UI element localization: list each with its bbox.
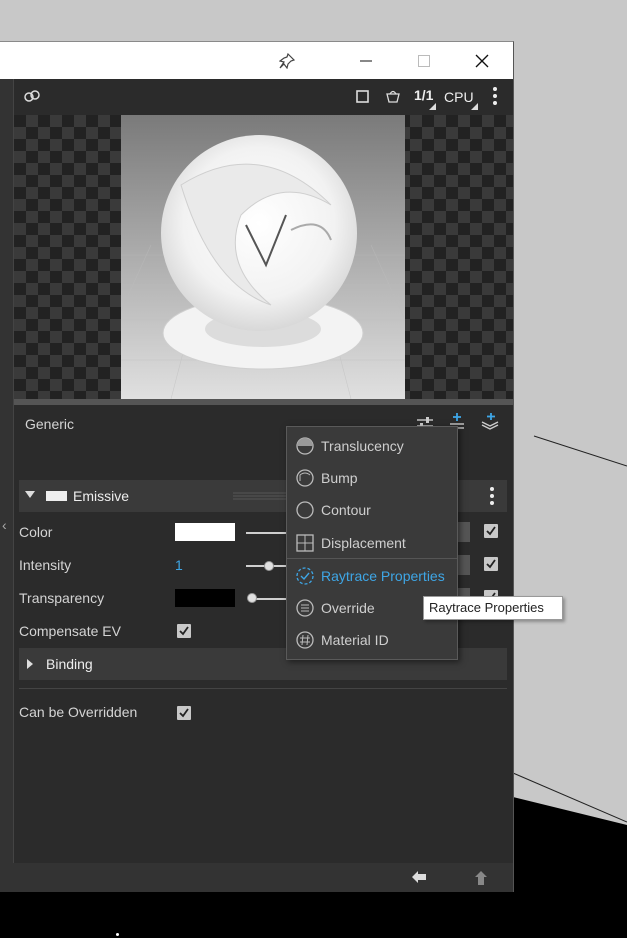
can-be-overridden-checkbox[interactable]: [177, 706, 191, 720]
collapse-strip[interactable]: ‹: [0, 79, 14, 863]
add-property-menu: Translucency Bump Contour Displacement R…: [286, 426, 458, 660]
ratio-dropdown-indicator: [429, 103, 436, 110]
material-library-icon[interactable]: [23, 88, 41, 104]
panel-title: Generic: [25, 416, 75, 432]
square-shape-icon[interactable]: [356, 90, 369, 103]
color-slider[interactable]: [246, 532, 286, 534]
footer-bar: [0, 863, 513, 892]
intensity-label: Intensity: [19, 557, 72, 573]
close-button[interactable]: [459, 42, 505, 79]
menu-item-raytrace-properties[interactable]: Raytrace Properties: [287, 560, 457, 592]
override-icon: [296, 599, 314, 617]
section-label: Emissive: [73, 488, 130, 504]
emissive-swatch: [46, 491, 67, 501]
intensity-texture-slot[interactable]: [458, 555, 470, 575]
more-options-icon[interactable]: [492, 86, 498, 106]
maximize-icon: [418, 54, 430, 67]
binding-label: Binding: [46, 656, 93, 672]
intensity-slider-knob[interactable]: [264, 561, 274, 571]
contour-icon: [296, 501, 314, 519]
compensate-ev-label: Compensate EV: [19, 623, 121, 639]
transparency-swatch[interactable]: [175, 589, 235, 607]
engine-dropdown-indicator: [471, 103, 478, 110]
add-layer-icon[interactable]: [480, 412, 500, 430]
translucency-icon: [296, 437, 314, 455]
maximize-button[interactable]: [401, 42, 447, 79]
menu-item-displacement[interactable]: Displacement: [287, 527, 457, 559]
divider: [19, 688, 507, 689]
transparency-label: Transparency: [19, 590, 105, 606]
menu-separator: [287, 558, 457, 559]
back-arrow-icon[interactable]: [411, 870, 427, 884]
material-render: [121, 115, 405, 399]
drag-handle-icon[interactable]: [233, 491, 289, 501]
menu-item-translucency[interactable]: Translucency: [287, 430, 457, 462]
resolution-ratio[interactable]: 1/1: [414, 87, 433, 103]
render-engine[interactable]: CPU: [444, 89, 474, 105]
teapot-icon[interactable]: [384, 88, 402, 104]
caret-right-icon: [27, 659, 33, 669]
minimize-button[interactable]: [343, 42, 389, 79]
can-be-overridden-label: Can be Overridden: [19, 704, 138, 720]
material-preview: [14, 115, 513, 399]
preview-toolbar: 1/1 CPU: [14, 79, 513, 115]
menu-item-material-id[interactable]: Material ID: [287, 624, 457, 656]
minimize-icon: [360, 60, 372, 61]
compensate-ev-checkbox[interactable]: [177, 624, 191, 638]
menu-item-contour[interactable]: Contour: [287, 494, 457, 526]
chevron-left-icon[interactable]: ‹: [2, 517, 7, 533]
close-icon: [475, 54, 489, 67]
desktop-bottom: [0, 891, 627, 938]
section-menu-icon[interactable]: [489, 486, 495, 506]
menu-item-bump[interactable]: Bump: [287, 462, 457, 494]
raytrace-icon: [296, 567, 314, 585]
bump-icon: [296, 469, 314, 487]
intensity-value[interactable]: 1: [175, 557, 183, 573]
caret-down-icon: [25, 491, 35, 498]
color-label: Color: [19, 524, 53, 540]
pin-button[interactable]: [264, 42, 310, 79]
up-arrow-icon[interactable]: [474, 870, 488, 886]
pin-icon: [279, 52, 295, 69]
color-texture-slot[interactable]: [458, 522, 470, 542]
color-enabled-checkbox[interactable]: [484, 524, 498, 538]
color-swatch[interactable]: [175, 523, 235, 541]
displacement-icon: [296, 534, 314, 552]
intensity-enabled-checkbox[interactable]: [484, 557, 498, 571]
material-id-icon: [296, 631, 314, 649]
tooltip: Raytrace Properties: [423, 596, 563, 620]
transparency-slider[interactable]: [252, 598, 286, 600]
transparency-slider-knob[interactable]: [247, 593, 257, 603]
title-bar[interactable]: [0, 42, 513, 79]
